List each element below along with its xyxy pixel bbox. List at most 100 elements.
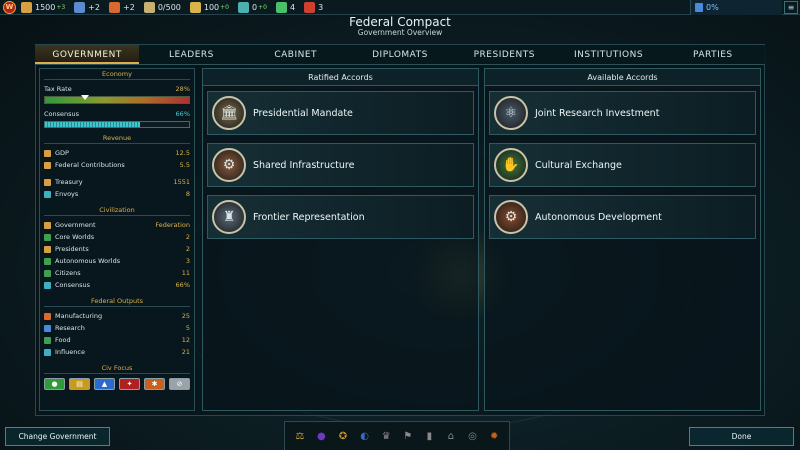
threat-icon: ✦ [126, 380, 133, 388]
stack-icon: ▤ [76, 380, 83, 388]
envoy-icon [44, 190, 51, 198]
planet-icon [44, 257, 51, 265]
temple-icon: 🏛 [212, 96, 246, 130]
stat-row: Autonomous Worlds 3 [44, 255, 190, 267]
gear-icon[interactable]: ✹ [486, 428, 502, 444]
accord-glyph: ✋ [502, 157, 520, 173]
hammer-icon [44, 312, 51, 320]
resource-value: 4 [289, 2, 296, 12]
tab-diplomats[interactable]: DIPLOMATS [348, 45, 452, 64]
done-button[interactable]: Done [689, 427, 794, 446]
accord-card[interactable]: ⚛ Joint Research Investment [489, 91, 756, 135]
research-gear-icon: ⚛ [494, 96, 528, 130]
resource-threat[interactable]: 3 [304, 1, 323, 13]
trophy-icon[interactable]: ♛ [378, 428, 394, 444]
tab-cabinet[interactable]: CABINET [244, 45, 348, 64]
resource-value: 1500 [35, 2, 56, 12]
resource-research[interactable]: +2 [109, 1, 135, 13]
resource-ships[interactable]: 4 [275, 1, 296, 13]
stat-row: Treasury 1551 [44, 176, 190, 188]
stat-label: Core Worlds [55, 233, 95, 241]
planet-ring-icon[interactable]: ◐ [357, 428, 373, 444]
resource-credits[interactable]: 1500 +3 [21, 1, 65, 13]
victory-progress-value: 0% [706, 3, 719, 12]
accord-card[interactable]: 🏛 Presidential Mandate [207, 91, 474, 135]
resource-value: +2 [123, 2, 135, 12]
focus-citizen-button[interactable]: ● [44, 378, 65, 390]
stat-value: 11 [181, 269, 190, 277]
consensus-value: 66% [175, 110, 190, 118]
screen-dock: ⚖ ● ✪ ◐ ♛ ⚑ ▮ ⌂ ◎ ✹ [284, 421, 510, 450]
planet-icon [44, 233, 51, 241]
threat-icon [304, 1, 316, 13]
consensus-icon [44, 281, 51, 289]
ring-icon[interactable]: ◎ [465, 428, 481, 444]
victory-progress[interactable]: 0% [690, 0, 782, 15]
stat-label: Government [55, 221, 96, 229]
ratified-accords-panel: Ratified Accords 🏛 Presidential Mandate ⚙ S… [202, 68, 479, 411]
tower-icon[interactable]: ▮ [421, 428, 437, 444]
resource-delta: +0 [258, 3, 267, 11]
accord-card[interactable]: ⚙ Shared Infrastructure [207, 143, 474, 187]
accord-card[interactable]: ♜ Frontier Representation [207, 195, 474, 239]
food-icon [44, 336, 51, 344]
dock-glyph: ⚖ [295, 430, 305, 442]
focus-threat-button[interactable]: ✦ [119, 378, 140, 390]
menu-icon[interactable]: ≡ [784, 1, 798, 14]
stat-value: 12 [181, 336, 190, 344]
accord-name: Frontier Representation [253, 211, 365, 223]
resource-bar: W 1500 +3 +2 +2 0/500 100 +0 0 +0 4 3 [0, 0, 800, 15]
tax-rate-slider[interactable] [44, 95, 190, 104]
accord-card[interactable]: ⚙ Autonomous Development [489, 195, 756, 239]
stat-row: Government Federation [44, 219, 190, 231]
stack-icon [44, 161, 51, 169]
dome-icon[interactable]: ⌂ [443, 428, 459, 444]
resource-manufacturing[interactable]: +2 [74, 1, 100, 13]
empire-logo[interactable]: W [3, 0, 16, 14]
topbar-right: 0% ≡ [690, 0, 800, 15]
accord-glyph: ♜ [222, 209, 236, 225]
tab-presidents[interactable]: PRESIDENTS [452, 45, 556, 64]
civ-focus-header: Civ Focus [44, 363, 190, 374]
tab-institutions[interactable]: INSTITUTIONS [556, 45, 660, 64]
tax-rate-handle[interactable] [81, 95, 89, 100]
civilization-header: Civilization [44, 205, 190, 216]
consensus-bar-fill [45, 122, 141, 127]
treasury-icon [44, 178, 51, 186]
resource-influence[interactable]: 100 +0 [189, 1, 229, 13]
stat-row: GDP 12.5 [44, 147, 190, 159]
economy-header: Economy [44, 69, 190, 80]
flask-icon [109, 1, 121, 13]
tab-government[interactable]: GOVERNMENT [35, 45, 140, 64]
resource-value: 0/500 [157, 2, 181, 12]
tab-parties[interactable]: PARTIES [661, 45, 765, 64]
stat-value: 21 [181, 348, 190, 356]
focus-stack-button[interactable]: ▤ [69, 378, 90, 390]
scales-icon[interactable]: ⚖ [292, 428, 308, 444]
resource-population[interactable]: 0 +0 [238, 1, 267, 13]
accord-glyph: ⚙ [222, 157, 236, 173]
accord-name: Cultural Exchange [535, 159, 622, 171]
tab-leaders[interactable]: LEADERS [139, 45, 243, 64]
stat-label: Presidents [55, 245, 89, 253]
stat-row: Presidents 2 [44, 243, 190, 255]
stat-value: 2 [185, 233, 190, 241]
sphere-icon[interactable]: ● [313, 428, 329, 444]
stat-row: Envoys 8 [44, 188, 190, 200]
available-accords-header: Available Accords [485, 69, 760, 86]
focus-gear-button[interactable]: ✱ [144, 378, 165, 390]
accord-card[interactable]: ✋ Cultural Exchange [489, 143, 756, 187]
flag-icon[interactable]: ⚑ [400, 428, 416, 444]
stat-label: Treasury [55, 178, 83, 186]
medal-icon[interactable]: ✪ [335, 428, 351, 444]
dock-glyph: ▮ [426, 430, 433, 442]
gears-icon: ⚙ [494, 200, 528, 234]
focus-flask-button[interactable]: ▲ [94, 378, 115, 390]
resource-storage[interactable]: 0/500 [143, 1, 181, 13]
focus-none-button[interactable]: ⊘ [169, 378, 190, 390]
resource-value: 0 [252, 2, 258, 12]
crate-icon [143, 1, 155, 13]
sun-icon [189, 1, 201, 13]
change-government-button[interactable]: Change Government [5, 427, 110, 446]
stat-label: Citizens [55, 269, 81, 277]
